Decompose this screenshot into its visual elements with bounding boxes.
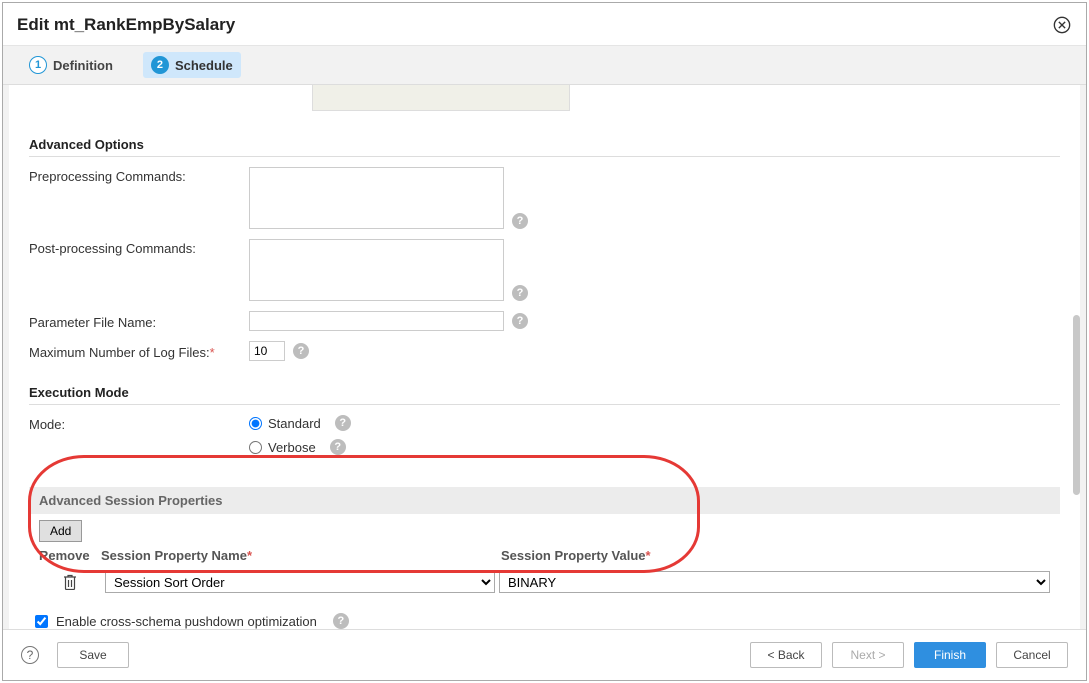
session-property-name-select[interactable]: Session Sort Order bbox=[105, 571, 495, 593]
scrollbar-thumb[interactable] bbox=[1073, 315, 1080, 495]
asp-table-head: Remove Session Property Name* Session Pr… bbox=[29, 542, 1060, 567]
radio-standard-row: Standard bbox=[249, 415, 351, 431]
radio-standard-label: Standard bbox=[268, 416, 321, 431]
row-preprocessing: Preprocessing Commands: bbox=[29, 167, 1060, 229]
close-icon bbox=[1053, 16, 1071, 34]
cancel-button[interactable]: Cancel bbox=[996, 642, 1068, 668]
dialog-header: Edit mt_RankEmpBySalary bbox=[3, 3, 1086, 45]
next-button: Next > bbox=[832, 642, 904, 668]
finish-button[interactable]: Finish bbox=[914, 642, 986, 668]
row-param-file: Parameter File Name: bbox=[29, 311, 1060, 331]
trash-icon bbox=[63, 574, 77, 590]
body-wrap: Advanced Options Preprocessing Commands:… bbox=[3, 85, 1086, 629]
row-pushdown: Enable cross-schema pushdown optimizatio… bbox=[29, 597, 1060, 629]
add-button[interactable]: Add bbox=[39, 520, 82, 542]
footer-help-button[interactable] bbox=[21, 646, 39, 664]
content-area: Advanced Options Preprocessing Commands:… bbox=[9, 85, 1080, 629]
section-exec-mode: Execution Mode bbox=[29, 377, 1060, 405]
delete-row-button[interactable] bbox=[39, 574, 101, 590]
asp-heading: Advanced Session Properties bbox=[29, 487, 1060, 514]
session-property-value-select[interactable]: BINARY bbox=[499, 571, 1050, 593]
label-preprocessing: Preprocessing Commands: bbox=[29, 167, 249, 184]
postprocessing-textarea[interactable] bbox=[249, 239, 504, 301]
edit-dialog: Edit mt_RankEmpBySalary 1 Definition 2 S… bbox=[2, 2, 1087, 681]
help-icon[interactable] bbox=[293, 343, 309, 359]
help-icon[interactable] bbox=[330, 439, 346, 455]
col-value-text: Session Property Value bbox=[501, 548, 646, 563]
label-param-file: Parameter File Name: bbox=[29, 313, 249, 330]
tab-definition[interactable]: 1 Definition bbox=[21, 52, 121, 78]
row-postprocessing: Post-processing Commands: bbox=[29, 239, 1060, 301]
close-button[interactable] bbox=[1052, 15, 1072, 35]
help-icon[interactable] bbox=[512, 213, 528, 229]
help-icon[interactable] bbox=[333, 613, 349, 629]
section-advanced-options: Advanced Options bbox=[29, 129, 1060, 157]
col-value: Session Property Value* bbox=[501, 548, 1050, 563]
dialog-title: Edit mt_RankEmpBySalary bbox=[17, 15, 235, 35]
pushdown-label: Enable cross-schema pushdown optimizatio… bbox=[56, 614, 317, 629]
pushdown-checkbox[interactable] bbox=[35, 615, 48, 628]
radio-verbose-row: Verbose bbox=[249, 439, 351, 455]
label-postprocessing: Post-processing Commands: bbox=[29, 239, 249, 256]
footer-right: < Back Next > Finish Cancel bbox=[750, 642, 1068, 668]
row-mode: Mode: Standard Verbose bbox=[29, 415, 1060, 463]
inert-box bbox=[312, 85, 570, 111]
radio-verbose-label: Verbose bbox=[268, 440, 316, 455]
tab-schedule-label: Schedule bbox=[175, 58, 233, 73]
label-mode: Mode: bbox=[29, 415, 249, 432]
advanced-session-properties: Advanced Session Properties Add Remove S… bbox=[29, 487, 1060, 597]
tab-badge-2: 2 bbox=[151, 56, 169, 74]
label-max-log-text: Maximum Number of Log Files: bbox=[29, 345, 210, 360]
help-icon[interactable] bbox=[512, 313, 528, 329]
radio-verbose[interactable] bbox=[249, 441, 262, 454]
tab-schedule[interactable]: 2 Schedule bbox=[143, 52, 241, 78]
col-remove: Remove bbox=[39, 548, 101, 563]
max-log-input[interactable] bbox=[249, 341, 285, 361]
tabs-bar: 1 Definition 2 Schedule bbox=[3, 45, 1086, 85]
help-icon[interactable] bbox=[512, 285, 528, 301]
footer-left: Save bbox=[21, 642, 129, 668]
dialog-footer: Save < Back Next > Finish Cancel bbox=[3, 629, 1086, 680]
tab-badge-1: 1 bbox=[29, 56, 47, 74]
param-file-input[interactable] bbox=[249, 311, 504, 331]
col-name-text: Session Property Name bbox=[101, 548, 247, 563]
save-button[interactable]: Save bbox=[57, 642, 129, 668]
tab-definition-label: Definition bbox=[53, 58, 113, 73]
preprocessing-textarea[interactable] bbox=[249, 167, 504, 229]
col-name: Session Property Name* bbox=[101, 548, 501, 563]
row-max-log: Maximum Number of Log Files:* bbox=[29, 341, 1060, 361]
asp-row: Session Sort Order BINARY bbox=[29, 567, 1060, 597]
label-max-log: Maximum Number of Log Files:* bbox=[29, 343, 249, 360]
help-icon[interactable] bbox=[335, 415, 351, 431]
back-button[interactable]: < Back bbox=[750, 642, 822, 668]
radio-standard[interactable] bbox=[249, 417, 262, 430]
